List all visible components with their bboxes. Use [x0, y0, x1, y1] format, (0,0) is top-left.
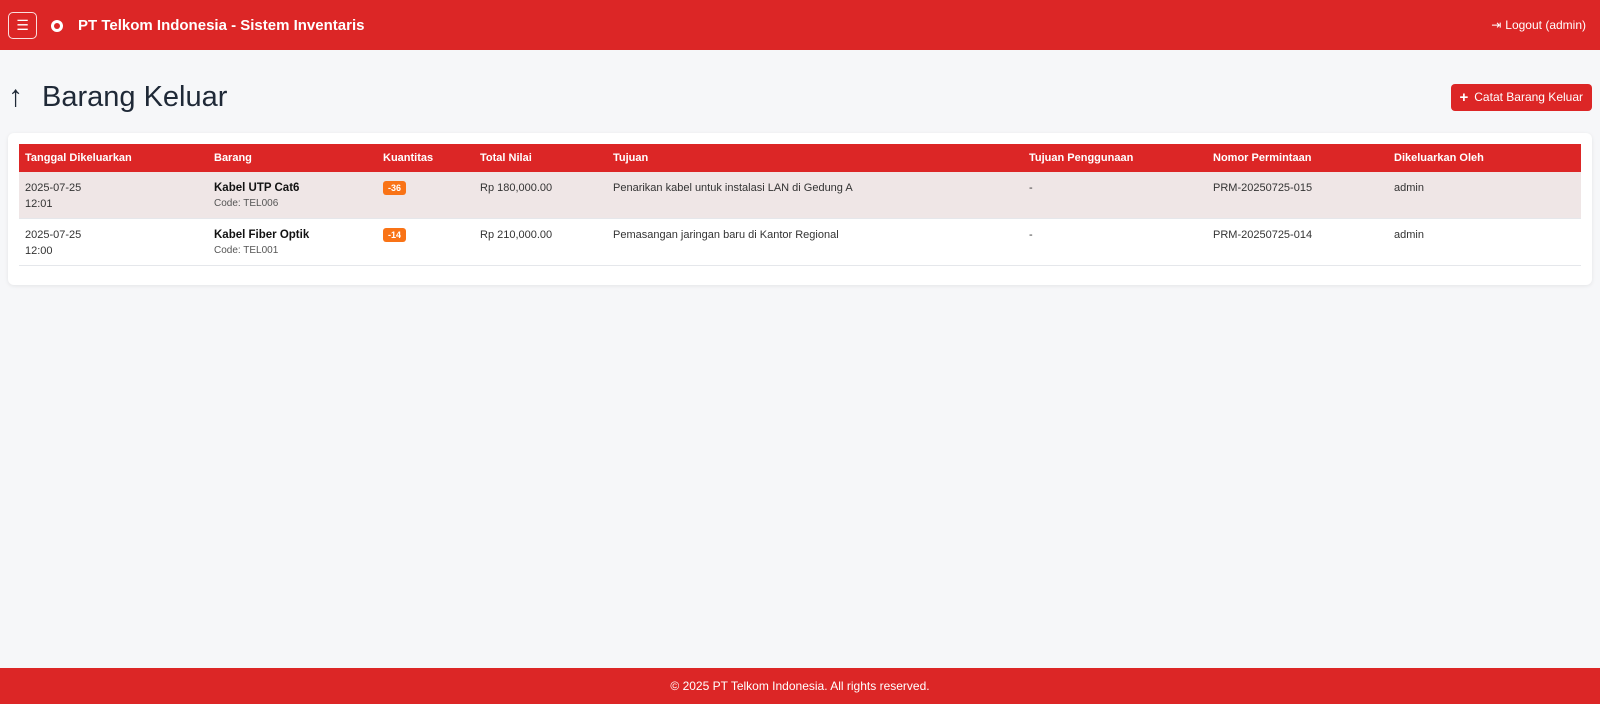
header-barang: Barang	[214, 152, 252, 164]
total-cell: Rp 210,000.00	[480, 229, 553, 241]
item-cell: Kabel UTP Cat6 Code: TEL006	[208, 172, 377, 219]
date-cell: 2025-07-25 12:01	[19, 172, 208, 219]
date-text: 2025-07-25	[25, 182, 82, 194]
header-dikeluarkan-oleh: Dikeluarkan Oleh	[1394, 152, 1484, 164]
date-cell: 2025-07-25 12:00	[19, 219, 208, 266]
item-code: Code: TEL001	[214, 245, 279, 256]
telkom-logo	[51, 20, 63, 32]
item-cell: Kabel Fiber Optik Code: TEL001	[208, 219, 377, 266]
table-header-row: Tanggal Dikeluarkan Barang Kuantitas Tot…	[19, 144, 1581, 172]
header-kuantitas: Kuantitas	[383, 152, 434, 164]
page-title: Barang Keluar	[42, 80, 228, 113]
add-button-label: Catat Barang Keluar	[1474, 90, 1583, 104]
outgoing-items-card: Tanggal Dikeluarkan Barang Kuantitas Tot…	[8, 133, 1592, 285]
table-row[interactable]: 2025-07-25 12:01 Kabel UTP Cat6 Code: TE…	[19, 172, 1581, 219]
quantity-cell: -36	[377, 172, 474, 219]
item-name: Kabel UTP Cat6	[214, 182, 300, 194]
page-footer: © 2025 PT Telkom Indonesia. All rights r…	[0, 668, 1600, 704]
header-tujuan-penggunaan: Tujuan Penggunaan	[1029, 152, 1134, 164]
quantity-badge: -36	[383, 181, 407, 195]
header-tanggal: Tanggal Dikeluarkan	[25, 152, 132, 164]
quantity-badge: -14	[383, 228, 407, 242]
plus-icon: +	[1459, 88, 1469, 106]
quantity-cell: -14	[377, 219, 474, 266]
date-text: 2025-07-25	[25, 229, 82, 241]
add-outgoing-item-button[interactable]: + Catat Barang Keluar	[1450, 83, 1592, 111]
oleh-cell: admin	[1394, 229, 1424, 241]
header-total-nilai: Total Nilai	[480, 152, 532, 164]
arrow-up-icon: ↑	[8, 80, 23, 113]
logout-label: Logout (admin)	[1505, 18, 1586, 32]
menu-toggle-button[interactable]: ☰	[8, 11, 37, 39]
nomor-cell: PRM-20250725-015	[1213, 182, 1313, 194]
hamburger-icon: ☰	[16, 16, 29, 33]
top-navbar: ☰ PT Telkom Indonesia - Sistem Inventari…	[0, 0, 1600, 50]
page-header: ↑ Barang Keluar + Catat Barang Keluar	[8, 80, 1592, 114]
item-code: Code: TEL006	[214, 198, 279, 209]
total-cell: Rp 180,000.00	[480, 182, 553, 194]
penggunaan-cell: -	[1029, 229, 1033, 241]
header-nomor-permintaan: Nomor Permintaan	[1213, 152, 1312, 164]
nomor-cell: PRM-20250725-014	[1213, 229, 1313, 241]
tujuan-cell: Pemasangan jaringan baru di Kantor Regio…	[613, 229, 839, 241]
time-text: 12:01	[25, 198, 53, 210]
item-name: Kabel Fiber Optik	[214, 229, 310, 241]
time-text: 12:00	[25, 245, 53, 257]
table-row[interactable]: 2025-07-25 12:00 Kabel Fiber Optik Code:…	[19, 219, 1581, 266]
header-tujuan: Tujuan	[613, 152, 649, 164]
penggunaan-cell: -	[1029, 182, 1033, 194]
footer-copyright: © 2025 PT Telkom Indonesia. All rights r…	[670, 679, 930, 693]
brand-title[interactable]: PT Telkom Indonesia - Sistem Inventaris	[78, 17, 364, 34]
logout-link[interactable]: ⇥ Logout (admin)	[1491, 18, 1586, 32]
logout-icon: ⇥	[1491, 18, 1502, 32]
tujuan-cell: Penarikan kabel untuk instalasi LAN di G…	[613, 182, 853, 194]
oleh-cell: admin	[1394, 182, 1424, 194]
outgoing-items-table: Tanggal Dikeluarkan Barang Kuantitas Tot…	[19, 144, 1581, 266]
